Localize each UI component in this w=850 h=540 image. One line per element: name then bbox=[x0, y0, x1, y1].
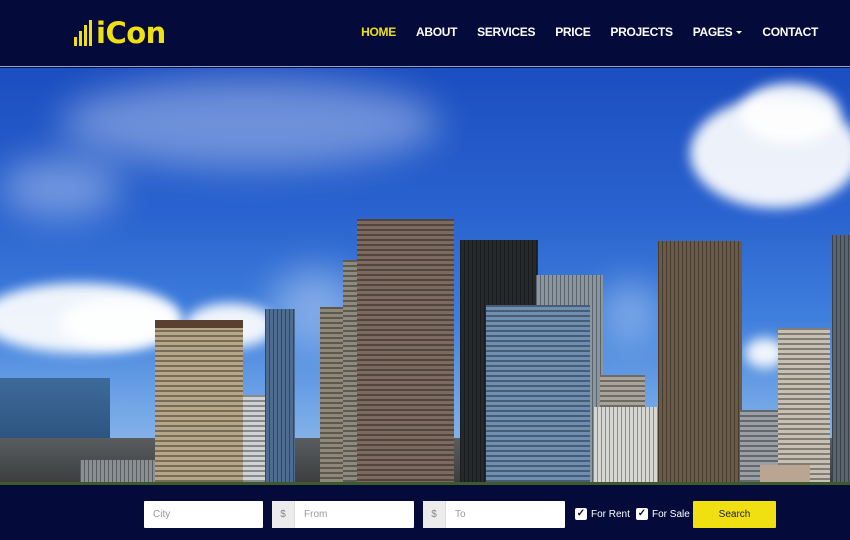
price-to-field: $ bbox=[423, 501, 565, 528]
cloud bbox=[600, 283, 660, 343]
caret-down-icon bbox=[736, 31, 743, 35]
nav-price[interactable]: PRICE bbox=[545, 22, 600, 42]
city-input[interactable] bbox=[144, 509, 263, 520]
main-nav: HOME ABOUT SERVICES PRICE PROJECTS PAGES… bbox=[351, 22, 828, 42]
property-search-bar: $ $ ✓ For Rent ✓ For Sale Search bbox=[0, 485, 850, 540]
logo-bars-icon bbox=[74, 20, 92, 46]
cloud bbox=[740, 83, 840, 143]
hero-image bbox=[0, 68, 850, 485]
site-header: iCon HOME ABOUT SERVICES PRICE PROJECTS … bbox=[0, 0, 850, 67]
building bbox=[778, 328, 830, 485]
nav-contact[interactable]: CONTACT bbox=[752, 22, 828, 42]
checkmark-icon: ✓ bbox=[636, 508, 648, 520]
nav-pages-label: PAGES bbox=[692, 25, 733, 39]
dollar-addon: $ bbox=[272, 501, 295, 528]
city-field bbox=[144, 501, 263, 528]
dollar-addon: $ bbox=[423, 501, 446, 528]
price-to-input[interactable] bbox=[446, 509, 565, 520]
nav-projects[interactable]: PROJECTS bbox=[600, 22, 682, 42]
nav-about[interactable]: ABOUT bbox=[406, 22, 467, 42]
checkmark-icon: ✓ bbox=[575, 508, 587, 520]
building bbox=[832, 235, 850, 485]
search-button[interactable]: Search bbox=[693, 501, 776, 528]
cloud bbox=[60, 78, 440, 168]
for-sale-checkbox[interactable]: ✓ For Sale bbox=[636, 508, 690, 520]
logo[interactable]: iCon bbox=[74, 16, 166, 50]
for-rent-label: For Rent bbox=[591, 508, 630, 520]
price-from-input[interactable] bbox=[295, 509, 414, 520]
nav-pages[interactable]: PAGES bbox=[683, 22, 753, 42]
building bbox=[486, 305, 590, 485]
building bbox=[658, 241, 742, 485]
building bbox=[265, 309, 295, 485]
price-from-field: $ bbox=[272, 501, 414, 528]
logo-text: iCon bbox=[96, 16, 166, 50]
for-rent-checkbox[interactable]: ✓ For Rent bbox=[575, 508, 630, 520]
nav-services[interactable]: SERVICES bbox=[467, 22, 545, 42]
building bbox=[155, 320, 243, 328]
building bbox=[357, 219, 454, 485]
building bbox=[155, 320, 243, 485]
cloud bbox=[0, 158, 120, 218]
for-sale-label: For Sale bbox=[652, 508, 690, 520]
nav-home[interactable]: HOME bbox=[351, 22, 406, 42]
